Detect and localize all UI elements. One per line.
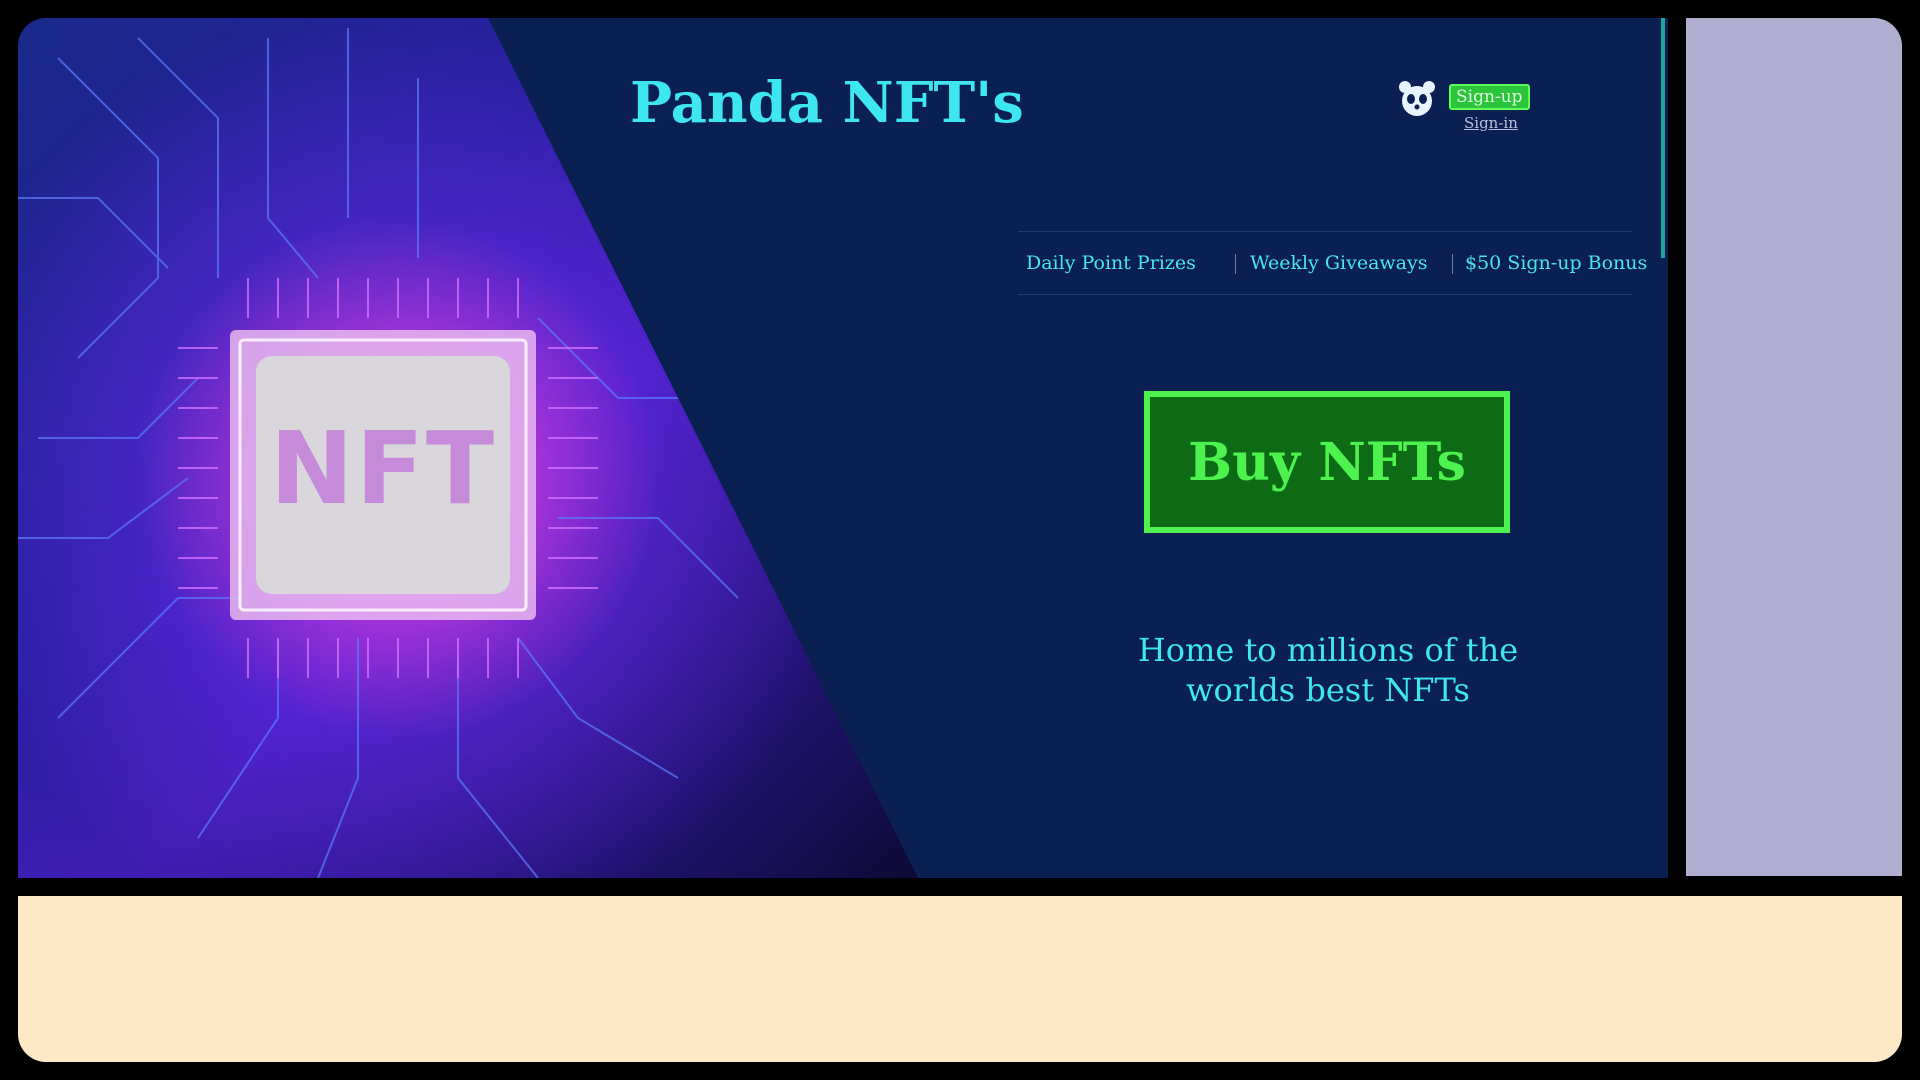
browser-frame: NFT Panda NFT's Sign-up Sign-in Daily Po…	[18, 18, 1902, 1062]
panda-icon[interactable]	[1398, 80, 1436, 118]
nav-item-signup-bonus[interactable]: $50 Sign-up Bonus	[1465, 252, 1647, 274]
signup-button[interactable]: Sign-up	[1449, 84, 1530, 110]
buy-nfts-button[interactable]: Buy NFTs	[1144, 391, 1510, 533]
brand-title-text: Panda NFT's	[630, 70, 1024, 136]
auth-area: Sign-up Sign-in	[1398, 80, 1558, 150]
nav-divider	[1452, 254, 1453, 274]
promo-nav-bar: Daily Point Prizes Weekly Giveaways $50 …	[1018, 231, 1647, 295]
hero-section: NFT Panda NFT's Sign-up Sign-in Daily Po…	[18, 18, 1668, 878]
tagline-line-1: Home to millions of the	[1137, 631, 1519, 669]
signin-link[interactable]: Sign-in	[1464, 114, 1518, 132]
nft-chip-artwork: NFT	[18, 18, 918, 878]
hero-tagline: Home to millions of the worlds best NFTs	[1098, 630, 1558, 710]
nav-divider	[1235, 254, 1236, 274]
nft-chip-text: NFT	[269, 410, 497, 527]
bottom-panel	[18, 896, 1902, 1062]
nav-item-weekly-giveaways[interactable]: Weekly Giveaways	[1250, 252, 1427, 274]
tagline-line-2: worlds best NFTs	[1186, 671, 1470, 709]
side-panel	[1686, 18, 1902, 876]
nav-item-daily-point-prizes[interactable]: Daily Point Prizes	[1026, 252, 1196, 274]
vertical-scrollbar[interactable]	[1661, 18, 1665, 258]
site-logo-title[interactable]: Panda NFT's	[630, 70, 1024, 136]
